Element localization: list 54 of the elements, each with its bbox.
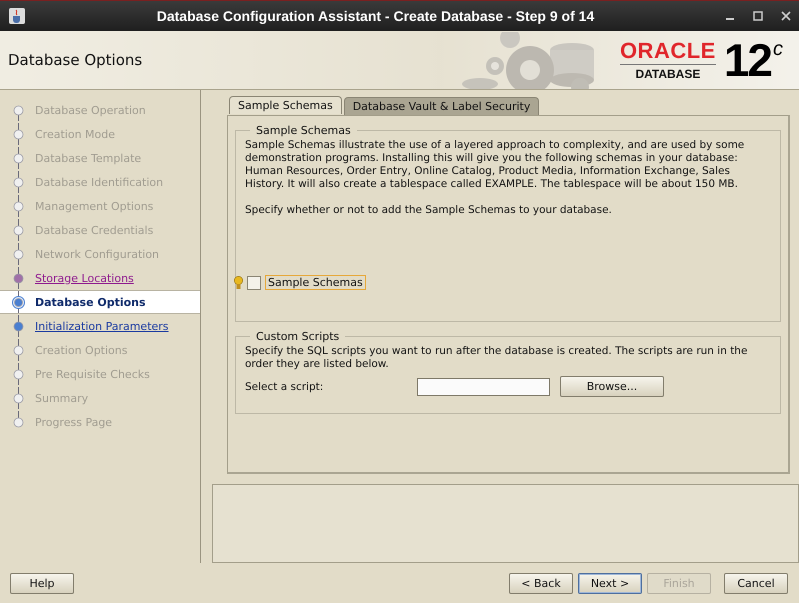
step-dot-icon (12, 368, 25, 380)
java-cup-icon (8, 7, 26, 25)
wizard-step[interactable]: Creation Options (0, 338, 200, 362)
wizard-step[interactable]: Creation Mode (0, 122, 200, 146)
script-input-field[interactable] (417, 378, 550, 396)
wizard-step[interactable]: Progress Page (0, 410, 200, 434)
window-title: Database Configuration Assistant - Create Database - Step 9 of 14 (156, 8, 596, 24)
wizard-step[interactable]: Database Options (0, 290, 200, 314)
wizard-button[interactable]: Cancel (724, 572, 788, 594)
wizard-step[interactable]: Summary (0, 386, 200, 410)
step-dot-icon (12, 104, 25, 116)
wizard-step[interactable]: Initialization Parameters (0, 314, 200, 338)
wizard-step[interactable]: Management Options (0, 194, 200, 218)
maximize-icon[interactable] (753, 11, 763, 21)
step-dot-icon (12, 248, 25, 260)
brand-logo: ORACLE (620, 40, 716, 64)
wizard-button[interactable]: < Back (509, 572, 573, 594)
step-dot-icon (12, 152, 25, 164)
group-title: Sample Schemas (255, 124, 352, 137)
tab[interactable]: Sample Schemas (229, 96, 342, 114)
step-dot-icon (12, 224, 25, 236)
step-dot-icon (12, 176, 25, 188)
group-title: Custom Scripts (255, 330, 340, 343)
description-text: Specify the SQL scripts you want to run after the database is created. The scripts are run in the order they are listed below. (245, 345, 748, 371)
wizard-button[interactable]: Help (10, 572, 74, 594)
wizard-step[interactable]: Database Identification (0, 170, 200, 194)
wizard-step[interactable]: Network Configuration (0, 242, 200, 266)
step-dot-icon (12, 344, 25, 356)
hint-bulb-icon (234, 276, 243, 290)
wizard-step[interactable]: Database Operation (0, 98, 200, 122)
close-icon[interactable] (781, 11, 791, 21)
step-dot-icon (12, 320, 25, 332)
wizard-step[interactable]: Pre Requisite Checks (0, 362, 200, 386)
field-label: Select a script: (245, 380, 324, 392)
browse-button[interactable]: Browse... (560, 376, 664, 397)
wizard-step[interactable]: Storage Locations (0, 266, 200, 290)
version-suffix: c (773, 38, 783, 61)
wizard-button[interactable]: Next > (578, 572, 642, 594)
step-dot-icon (12, 296, 25, 308)
step-dot-icon (12, 392, 25, 404)
wizard-step[interactable]: Database Credentials (0, 218, 200, 242)
checkbox-label[interactable]: Sample Schemas (265, 275, 366, 290)
checkbox[interactable] (247, 276, 261, 290)
wizard-step[interactable]: Database Template (0, 146, 200, 170)
instruction-text: Specify whether or not to add the Sample Schemas to your database. (245, 204, 613, 217)
step-dot-icon (12, 272, 25, 284)
step-dot-icon (12, 200, 25, 212)
step-dot-icon (12, 416, 25, 428)
product-name: DATABASE (635, 66, 700, 80)
description-text: Sample Schemas illustrate the use of a layered approach to complexity, and are used by some demonstration programs. Installing this will give you the following schemas in your database: Human Resources, Order Entry, Online Catalog, Product Media, Information Exchange, Sales History. It will also create a tablespace called EXAMPLE. The tablespace will be about 150 MB. (245, 139, 746, 191)
page-title: Database Options (7, 51, 144, 69)
step-dot-icon (12, 128, 25, 140)
version-number: 12 (724, 38, 771, 82)
tab[interactable]: Database Vault & Label Security (344, 97, 540, 115)
